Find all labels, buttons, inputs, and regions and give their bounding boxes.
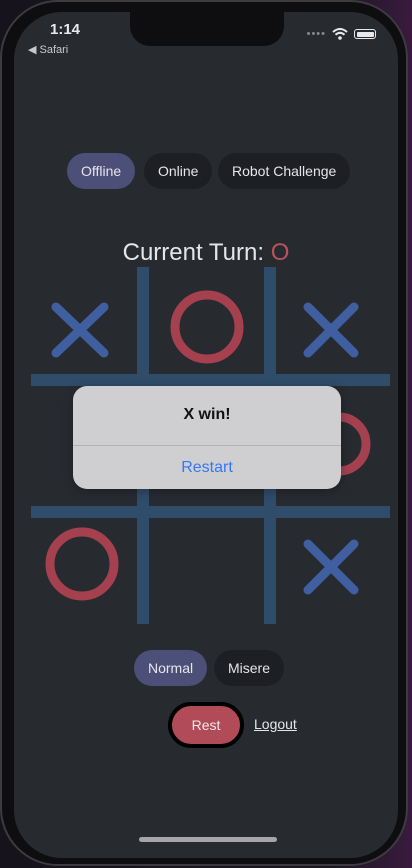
alert-title: X win! xyxy=(183,406,231,423)
tab-misere[interactable]: Misere xyxy=(214,650,285,686)
tab-normal[interactable]: Normal xyxy=(134,650,208,686)
cell-1-o-mark[interactable] xyxy=(170,290,244,364)
win-alert-dialog: X win! Restart xyxy=(73,386,341,489)
phone-frame: 1:14 ◀ Safari •••• Offline Online Robot … xyxy=(0,0,408,866)
home-indicator[interactable] xyxy=(139,837,277,842)
cell-8-x-mark[interactable] xyxy=(303,539,359,595)
cell-2-x-mark[interactable] xyxy=(303,302,359,358)
cell-6-o-mark[interactable] xyxy=(45,527,119,601)
cell-0-x-mark[interactable] xyxy=(51,302,109,358)
restart-button[interactable]: Restart xyxy=(73,446,341,489)
logout-link[interactable]: Logout xyxy=(254,716,297,732)
app-screen: 1:14 ◀ Safari •••• Offline Online Robot … xyxy=(14,12,398,858)
rest-button[interactable]: Rest xyxy=(168,702,244,748)
